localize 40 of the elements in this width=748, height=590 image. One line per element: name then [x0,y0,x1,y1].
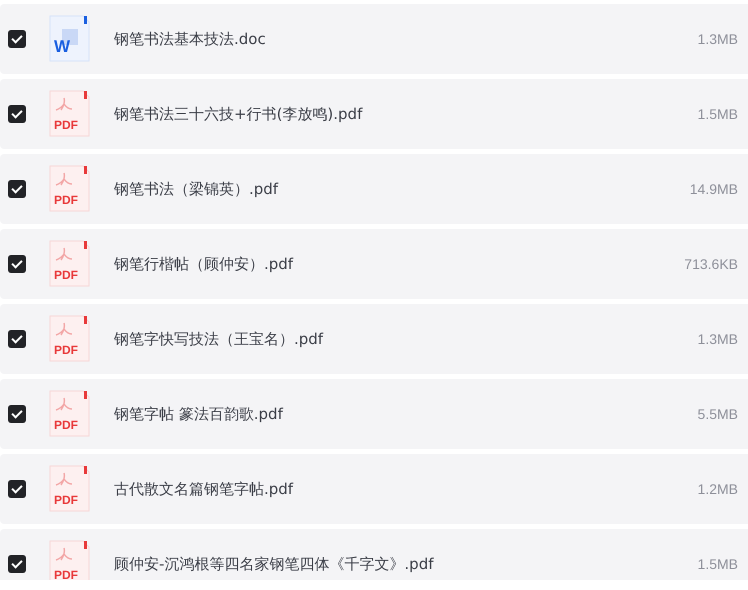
checkbox[interactable] [8,30,26,48]
pdf-file-icon: PDF [48,90,90,138]
checkbox[interactable] [8,405,26,423]
file-row[interactable]: PDF 钢笔字快写技法（王宝名）.pdf 1.3MB [0,304,748,374]
file-name: 古代散文名篇钢笔字帖.pdf [114,480,294,498]
file-size: 1.3MB [698,31,738,47]
file-name: 顾仲安-沉鸿根等四名家钢笔四体《千字文》.pdf [114,554,435,574]
file-row[interactable]: PDF 钢笔行楷帖（顾仲安）.pdf 713.6KB [0,229,748,299]
checkbox[interactable] [8,255,26,273]
checkbox[interactable] [8,330,26,348]
checkbox[interactable] [8,555,26,573]
file-size: 1.2MB [698,481,738,497]
pdf-file-icon: PDF [48,315,90,363]
file-name: 钢笔行楷帖（顾仲安）.pdf [114,254,294,274]
pdf-file-icon: PDF [48,540,90,580]
file-name: 钢笔书法基本技法.doc [114,30,267,48]
pdf-file-icon: PDF [48,240,90,288]
checkbox[interactable] [8,480,26,498]
file-size: 14.9MB [690,181,738,197]
file-size: 5.5MB [698,406,738,422]
file-name: 钢笔字帖 篆法百韵歌.pdf [114,404,284,424]
file-row[interactable]: PDF 钢笔书法三十六技+行书(李放鸣).pdf 1.5MB [0,79,748,149]
file-row[interactable]: PDF 顾仲安-沉鸿根等四名家钢笔四体《千字文》.pdf 1.5MB [0,529,748,580]
file-row[interactable]: PDF 钢笔书法（梁锦英）.pdf 14.9MB [0,154,748,224]
file-size: 1.5MB [698,106,738,122]
pdf-file-icon: PDF [48,390,90,438]
file-row[interactable]: W 钢笔书法基本技法.doc 1.3MB [0,4,748,74]
word-file-icon: W [48,15,90,63]
file-size: 1.5MB [698,556,738,572]
file-name: 钢笔字快写技法（王宝名）.pdf [114,330,324,348]
file-row[interactable]: PDF 古代散文名篇钢笔字帖.pdf 1.2MB [0,454,748,524]
pdf-file-icon: PDF [48,465,90,513]
checkbox[interactable] [8,180,26,198]
file-size: 1.3MB [698,331,738,347]
file-row[interactable]: PDF 钢笔字帖 篆法百韵歌.pdf 5.5MB [0,379,748,449]
file-name: 钢笔书法（梁锦英）.pdf [114,180,280,198]
file-size: 713.6KB [684,256,738,272]
pdf-file-icon: PDF [48,165,90,213]
checkbox[interactable] [8,105,26,123]
file-name: 钢笔书法三十六技+行书(李放鸣).pdf [114,104,364,124]
